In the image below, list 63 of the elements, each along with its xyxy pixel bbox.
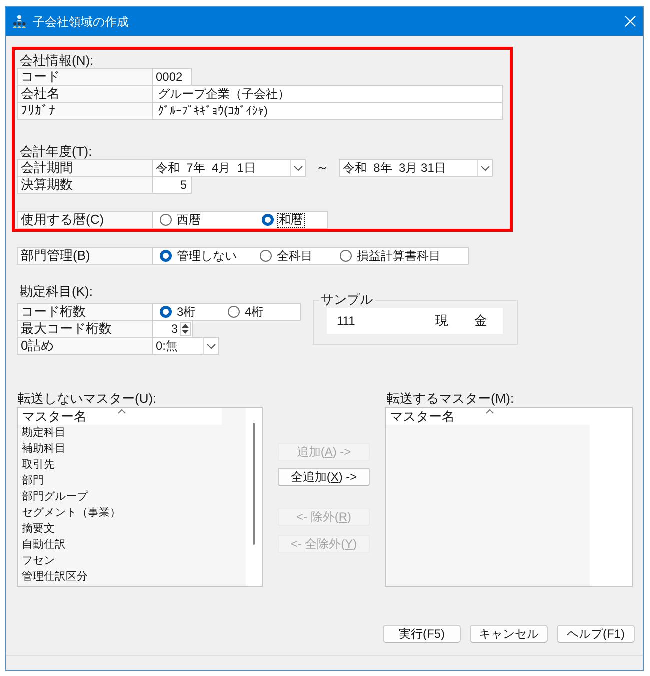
chevron-down-icon — [480, 166, 490, 170]
chevron-down-icon — [294, 166, 302, 170]
radio-option[interactable]: 全科目 — [260, 248, 340, 264]
field-label: 会社名 — [17, 85, 153, 103]
dialog-button[interactable]: 実行(F5) — [383, 625, 461, 643]
section-heading: 転送するマスター(M): — [387, 391, 514, 406]
field-label: 最大コード桁数 — [17, 320, 153, 338]
section-heading: 勘定科目(K): — [20, 284, 93, 299]
list-item[interactable]: 自動仕訳 — [22, 537, 66, 553]
range-separator: ～ — [316, 160, 329, 176]
spin-field[interactable]: 3 — [152, 320, 193, 338]
radio-option[interactable]: 西暦 — [160, 212, 262, 228]
date-field[interactable]: 令和 7年 4月 1日 — [152, 159, 306, 177]
sample-code: 111 — [337, 313, 356, 329]
up-down-arrows-icon — [182, 324, 189, 334]
radio-option[interactable]: 管理しない — [160, 248, 260, 264]
column-header[interactable]: マスター名 — [386, 408, 590, 425]
radio-option[interactable]: 3桁 — [160, 304, 228, 320]
number-field[interactable]: 5 — [152, 176, 192, 194]
text-field[interactable]: グループ企業（子会社） — [152, 85, 503, 103]
scrollbar-thumb[interactable] — [253, 423, 255, 545]
close-icon[interactable] — [625, 16, 636, 27]
list-item[interactable]: セグメント（事業） — [22, 505, 121, 521]
chevron-up-icon — [486, 409, 494, 414]
field-label: コード桁数 — [17, 303, 153, 321]
text-field[interactable]: ｸﾞﾙｰﾌﾟｷｷﾞｮｳ(ｺｶﾞｲｼｬ) — [152, 102, 503, 120]
section-heading: 会社情報(N): — [20, 53, 94, 68]
dropdown-button[interactable] — [477, 160, 492, 176]
dropdown-button[interactable] — [290, 160, 305, 176]
window-title: 子会社領域の作成 — [33, 14, 129, 30]
field-label: 会計期間 — [17, 159, 153, 177]
chevron-up-icon — [118, 409, 126, 414]
column-header[interactable]: マスター名 — [18, 408, 222, 425]
field-label: 使用する暦(C) — [17, 211, 153, 229]
date-field[interactable]: 令和 8年 3月 31日 — [339, 159, 493, 177]
radio-option[interactable]: 4桁 — [228, 304, 266, 320]
list-item[interactable]: 補助科目 — [22, 441, 66, 457]
list-item[interactable]: 勘定科目 — [22, 425, 66, 441]
section-heading: 転送しないマスター(U): — [18, 391, 157, 406]
radio-option[interactable]: 損益計算書科目 — [340, 248, 443, 264]
list-item[interactable]: 管理仕訳区分 — [22, 569, 88, 585]
field-label: 部門管理(B) — [17, 247, 153, 265]
spin-button[interactable] — [180, 322, 191, 336]
section-heading: 会計年度(T): — [20, 144, 92, 159]
list-item[interactable]: 部門グループ — [22, 489, 88, 505]
dropdown-button[interactable] — [203, 338, 218, 354]
people-icon — [13, 15, 26, 28]
dialog-button[interactable]: キャンセル — [470, 625, 548, 643]
list-item[interactable]: 摘要文 — [22, 521, 55, 537]
list-item[interactable]: 部門 — [22, 473, 44, 489]
list-item[interactable]: 取引先 — [22, 457, 55, 473]
sample-name: 現 金 — [435, 313, 488, 329]
field-label: コード — [17, 68, 153, 86]
field-label: ﾌﾘｶﾞﾅ — [17, 102, 153, 120]
field-label: 決算期数 — [17, 176, 153, 194]
chevron-down-icon — [206, 344, 216, 348]
group-title: サンプル — [319, 292, 375, 307]
dialog-button[interactable]: ヘルプ(F1) — [557, 625, 635, 643]
field-label: 0詰め — [17, 337, 153, 355]
dropdown-field[interactable]: 0:無 — [152, 337, 219, 355]
text-field[interactable]: 0002 — [152, 68, 192, 86]
transfer-button[interactable]: 全追加(X) -> — [278, 468, 370, 486]
list-item[interactable]: フセン — [22, 553, 55, 569]
